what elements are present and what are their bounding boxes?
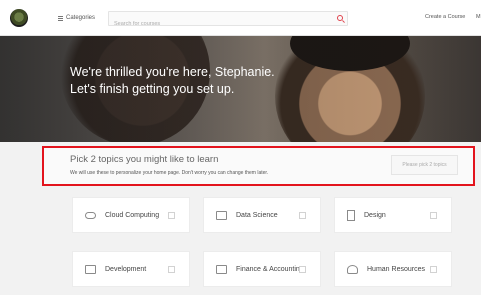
finance-chart-icon — [216, 264, 227, 274]
topic-label: Finance & Accounting — [236, 265, 304, 273]
hamburger-icon — [58, 15, 63, 21]
pick-topics-button[interactable]: Please pick 2 topics — [391, 155, 458, 175]
topic-checkbox[interactable] — [168, 266, 175, 273]
top-nav: Categories Create a Course M — [0, 0, 481, 36]
hero-line-2: Let's finish getting you set up. — [70, 82, 235, 96]
topic-card-human-resources[interactable]: Human Resources — [334, 251, 452, 287]
topic-card-design[interactable]: Design — [334, 197, 452, 233]
topic-card-finance-accounting[interactable]: Finance & Accounting — [203, 251, 321, 287]
code-window-icon — [85, 264, 96, 274]
search-bar — [108, 11, 348, 31]
topic-checkbox[interactable] — [430, 266, 437, 273]
search-input[interactable] — [109, 17, 309, 31]
topic-label: Design — [364, 211, 386, 219]
topic-card-data-science[interactable]: Data Science — [203, 197, 321, 233]
topic-card-cloud-computing[interactable]: Cloud Computing — [72, 197, 190, 233]
prompt-subtitle: We will use these to personalize your ho… — [70, 170, 269, 176]
topic-label: Cloud Computing — [105, 211, 160, 219]
chart-icon — [216, 210, 227, 220]
nav-more-link[interactable]: M — [476, 14, 481, 20]
site-logo[interactable] — [10, 9, 28, 27]
topic-checkbox[interactable] — [168, 212, 175, 219]
topic-checkbox[interactable] — [430, 212, 437, 219]
people-icon — [347, 264, 358, 274]
prompt-title: Pick 2 topics you might like to learn — [70, 154, 219, 165]
topic-checkbox[interactable] — [299, 212, 306, 219]
create-course-link[interactable]: Create a Course — [425, 14, 465, 20]
cloud-icon — [85, 211, 96, 219]
categories-label: Categories — [66, 15, 96, 21]
topic-card-development[interactable]: Development — [72, 251, 190, 287]
topic-label: Development — [105, 265, 147, 273]
topic-prompt-panel: Pick 2 topics you might like to learn We… — [42, 146, 475, 186]
categories-menu[interactable]: Categories — [58, 12, 95, 24]
hero-line-1: We're thrilled you're here, Stephanie. — [70, 65, 275, 79]
search-icon[interactable] — [337, 15, 343, 21]
topic-label: Data Science — [236, 211, 278, 219]
topic-label: Human Resources — [367, 265, 425, 273]
design-tools-icon — [347, 209, 355, 221]
topic-checkbox[interactable] — [299, 266, 306, 273]
hero-welcome-text: We're thrilled you're here, Stephanie. L… — [70, 64, 310, 98]
hero-banner: We're thrilled you're here, Stephanie. L… — [0, 36, 481, 142]
